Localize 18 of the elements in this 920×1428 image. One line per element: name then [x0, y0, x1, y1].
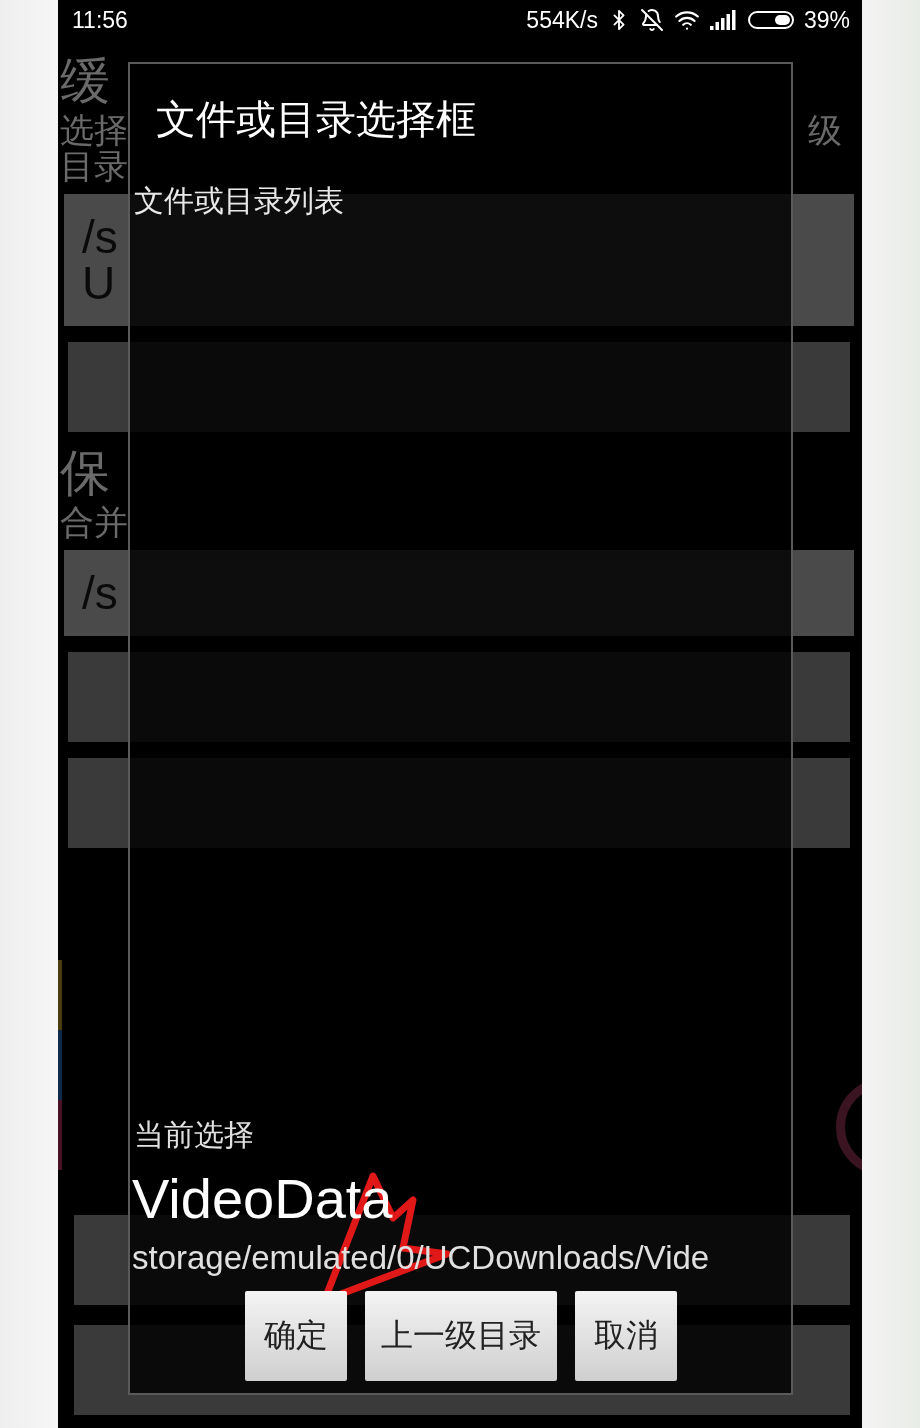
network-speed: 554K/s — [526, 6, 598, 34]
dialog-button[interactable]: 确定 — [244, 1291, 347, 1381]
section-description: 目录 — [60, 148, 128, 184]
dialog-button[interactable]: 上一级目录 — [364, 1291, 557, 1381]
section-description: 合并 — [60, 504, 128, 540]
current-label: 当前选择 — [133, 1116, 254, 1154]
clock-time: 11:56 — [72, 6, 128, 34]
section-description: 级 — [808, 112, 842, 148]
signal-icon — [709, 10, 738, 30]
section-heading: 保 — [60, 443, 110, 504]
battery-icon — [747, 11, 794, 29]
bell-muted-icon — [639, 8, 664, 32]
list-label: 文件或目录列表 — [133, 182, 344, 220]
section-heading: 缓 — [60, 51, 110, 112]
dialog-button[interactable]: 取消 — [574, 1291, 677, 1381]
battery-percent: 39% — [803, 6, 850, 34]
dialog-title: 文件或目录选择框 — [155, 95, 476, 144]
section-description: 选择 — [60, 112, 128, 148]
